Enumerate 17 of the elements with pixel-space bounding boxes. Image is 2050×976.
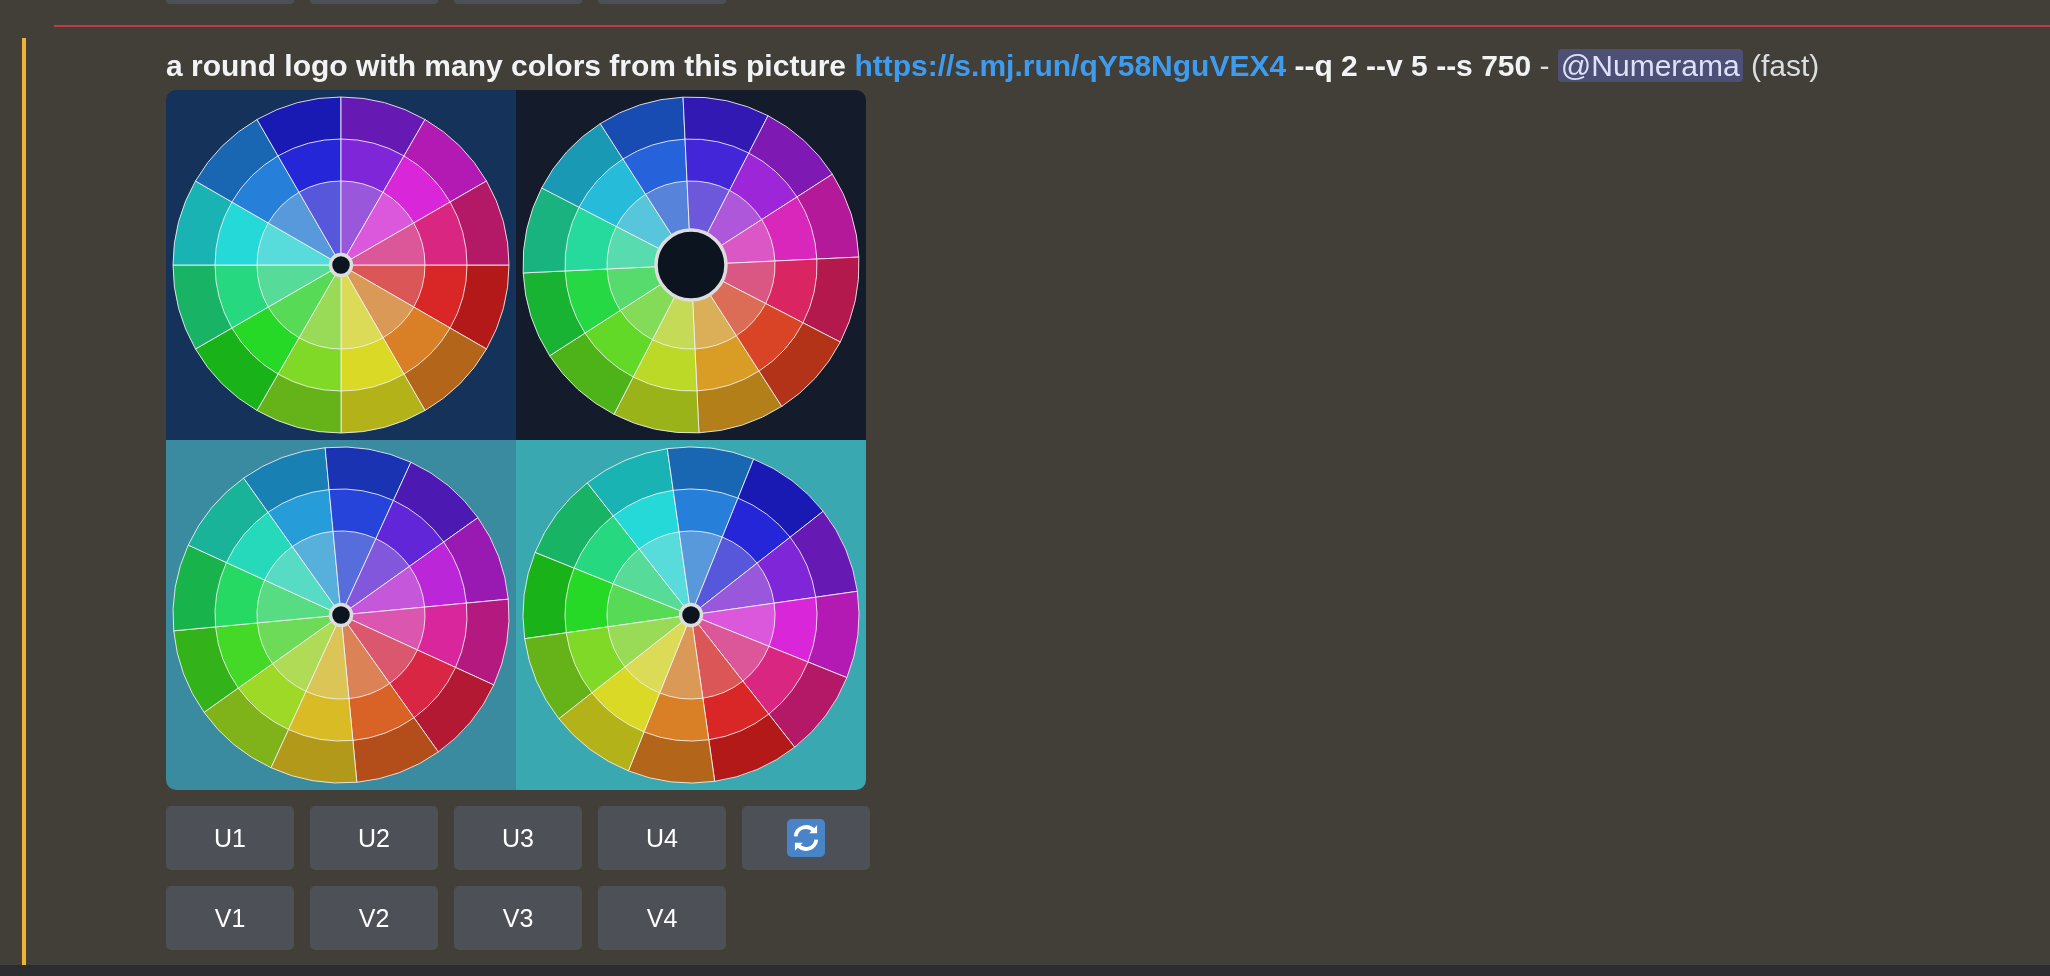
mention-tag[interactable]: @Numerama [1557,49,1743,82]
reroll-button[interactable] [742,806,870,870]
button[interactable]: V1 [166,886,294,950]
message-text: a round logo with many colors from this picture https://s.mj.run/qY58NguVEX4 --q 2 --v 5 --s 750 - @Numerama (fast) [166,48,1820,84]
color-wheel-image[interactable] [166,90,516,440]
color-wheel-image[interactable] [516,90,866,440]
refresh-icon [787,819,825,857]
color-wheel-image[interactable] [166,440,516,790]
button[interactable]: V3 [454,886,582,950]
button[interactable]: U1 [166,806,294,870]
button[interactable]: V4 [598,886,726,950]
button[interactable]: U3 [454,806,582,870]
button[interactable]: U4 [598,806,726,870]
button[interactable]: V2 [310,886,438,950]
button[interactable]: U2 [310,806,438,870]
link[interactable]: https://s.mj.run/qY58NguVEX4 [854,49,1287,82]
color-wheel-image[interactable] [516,440,866,790]
